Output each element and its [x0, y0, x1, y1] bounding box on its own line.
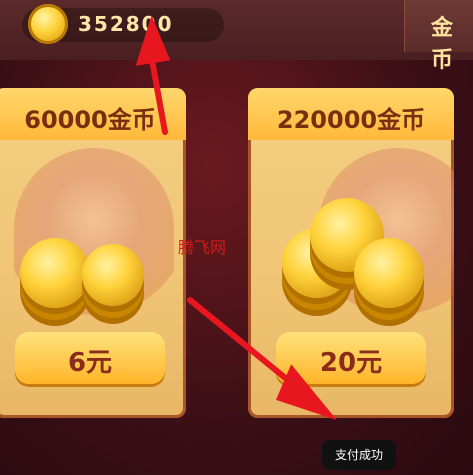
buy-button-20[interactable]: 20元 — [276, 332, 426, 384]
coin-stack-icon — [82, 244, 144, 306]
buy-button-6[interactable]: 6元 — [15, 332, 165, 384]
watermark: 腾飞网 — [178, 238, 227, 257]
buy-price: 20元 — [319, 348, 383, 378]
buy-price: 6元 — [67, 348, 113, 378]
coin-balance: 352800 — [78, 12, 174, 36]
top-bar: 352800 金币 — [0, 0, 473, 73]
tab-gold-label: 金币 — [431, 16, 468, 73]
card-title: 220000金币 — [276, 106, 426, 134]
payment-success-toast: 支付成功 — [322, 440, 396, 470]
toast-text: 支付成功 — [334, 448, 383, 462]
package-card-60000[interactable]: 60000金币 6元 — [0, 88, 186, 418]
card-header: 220000金币 — [248, 88, 454, 140]
coin-stack-icon — [20, 238, 90, 308]
card-title: 60000金币 — [24, 106, 156, 134]
tab-gold[interactable]: 金币 — [404, 0, 473, 73]
package-card-220000[interactable]: 220000金币 20元 — [248, 88, 454, 418]
coin-icon — [28, 4, 68, 44]
card-header: 60000金币 — [0, 88, 186, 140]
coin-stack-icon — [354, 238, 424, 308]
